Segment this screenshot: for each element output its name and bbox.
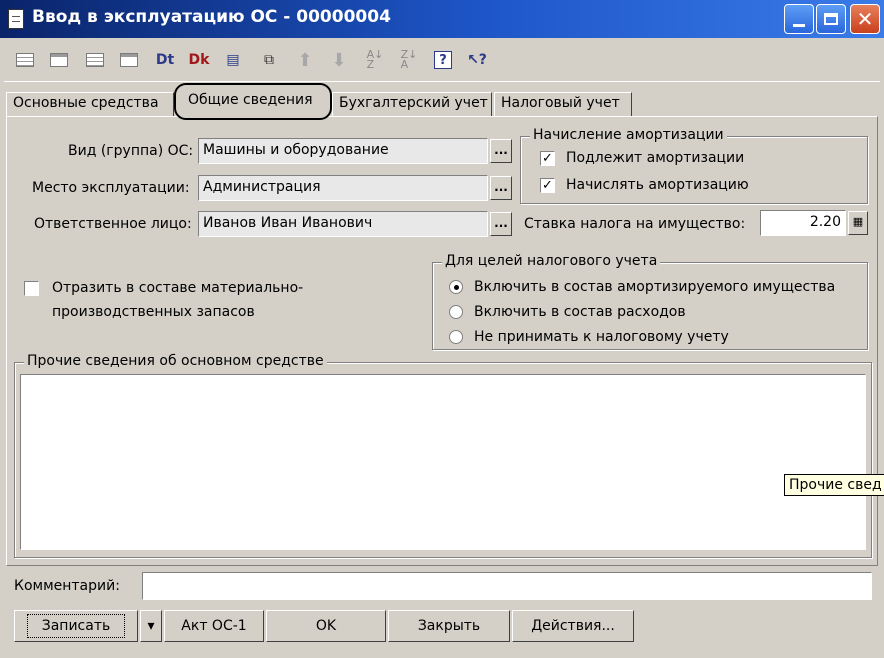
dt-journal-icon[interactable]: Dt — [154, 49, 176, 71]
close-button[interactable]: Закрыть — [388, 610, 510, 642]
accrue-label: Начислять амортизацию — [566, 177, 749, 193]
close-window-button[interactable]: ✕ — [850, 4, 880, 34]
reflect-label-line1: Отразить в составе материально- — [52, 280, 304, 296]
pointer-help-icon[interactable]: ↖? — [466, 49, 488, 71]
person-pick-button[interactable]: ... — [490, 212, 512, 236]
sheet-list-icon[interactable] — [84, 49, 106, 71]
reflect-checkbox[interactable] — [24, 281, 39, 296]
vid-label: Вид (группа) ОС: — [68, 143, 194, 159]
sheet-icon[interactable] — [14, 49, 36, 71]
person-label: Ответственное лицо: — [34, 216, 192, 232]
sort-desc-icon[interactable]: Z↓ A — [398, 49, 420, 71]
vid-pick-button[interactable]: ... — [490, 139, 512, 163]
amortization-group — [520, 136, 868, 204]
maximize-button[interactable] — [816, 4, 846, 34]
comment-field[interactable] — [142, 572, 872, 600]
window-title: Ввод в эксплуатацию ОС - 00000004 — [32, 7, 391, 27]
save-dropdown-button[interactable]: ▾ — [140, 610, 162, 642]
tab-general-info[interactable]: Общие сведения — [174, 83, 332, 120]
other-info-legend: Прочие сведения об основном средстве — [24, 353, 327, 369]
title-bar[interactable]: Ввод в эксплуатацию ОС - 00000004 ✕ — [0, 0, 884, 38]
tax-accounting-legend: Для целей налогового учета — [442, 253, 661, 269]
subject-label: Подлежит амортизации — [566, 150, 745, 166]
help-icon[interactable]: ? — [432, 49, 454, 71]
tax-option-1-label: Включить в состав амортизируемого имущес… — [474, 279, 836, 295]
arrow-up-icon[interactable]: ⬆ — [294, 49, 316, 71]
tab-tax-accounting[interactable]: Налоговый учет — [494, 92, 632, 116]
ok-button[interactable]: OK — [266, 610, 386, 642]
place-pick-button[interactable]: ... — [490, 176, 512, 200]
tab-main-assets[interactable]: Основные средства — [6, 92, 174, 116]
other-info-textarea[interactable] — [20, 374, 866, 550]
tax-option-2-radio[interactable] — [449, 305, 463, 319]
calculator-button[interactable]: ▦ — [848, 211, 868, 235]
arrow-down-icon[interactable]: ⬇ — [328, 49, 350, 71]
save-button[interactable]: Записать — [14, 610, 138, 642]
close-icon: ✕ — [856, 7, 874, 31]
tax-rate-field[interactable]: 2.20 — [760, 210, 846, 236]
accrue-checkbox[interactable]: ✓ — [540, 178, 555, 193]
act-os1-button[interactable]: Акт ОС-1 — [164, 610, 264, 642]
document-icon — [8, 9, 24, 29]
person-field[interactable]: Иванов Иван Иванович — [198, 211, 488, 237]
actions-button[interactable]: Действия... — [512, 610, 634, 642]
place-field[interactable]: Администрация — [198, 175, 488, 201]
tax-option-1-radio[interactable] — [449, 280, 463, 294]
tax-option-2-label: Включить в состав расходов — [474, 304, 686, 320]
reflect-label-line2: производственных запасов — [52, 304, 255, 320]
maximize-icon — [824, 13, 838, 25]
toolbar: Dt Dk ▤ ⧉ ⬆ ⬇ A↓ Z Z↓ A ? ↖? — [4, 40, 880, 82]
document-icon[interactable]: ▤ — [222, 49, 244, 71]
subject-checkbox[interactable]: ✓ — [540, 151, 555, 166]
tax-rate-label: Ставка налога на имущество: — [524, 216, 746, 232]
sort-asc-icon[interactable]: A↓ Z — [364, 49, 386, 71]
minimize-icon — [793, 23, 805, 27]
dk-journal-icon[interactable]: Dk — [188, 49, 210, 71]
sheet-header-icon[interactable] — [48, 49, 70, 71]
calculator-icon: ▦ — [852, 215, 864, 228]
sheet-tree-icon[interactable] — [118, 49, 140, 71]
place-label: Место эксплуатации: — [32, 180, 190, 196]
vid-field[interactable]: Машины и оборудование — [198, 138, 488, 164]
amortization-legend: Начисление амортизации — [530, 127, 727, 143]
tax-option-3-label: Не принимать к налоговому учету — [474, 329, 729, 345]
tab-accounting[interactable]: Бухгалтерский учет — [332, 92, 492, 116]
minimize-button[interactable] — [784, 4, 814, 34]
tax-option-3-radio[interactable] — [449, 330, 463, 344]
tooltip: Прочие свед — [784, 474, 884, 496]
structure-icon[interactable]: ⧉ — [258, 49, 280, 71]
comment-label: Комментарий: — [14, 578, 120, 594]
